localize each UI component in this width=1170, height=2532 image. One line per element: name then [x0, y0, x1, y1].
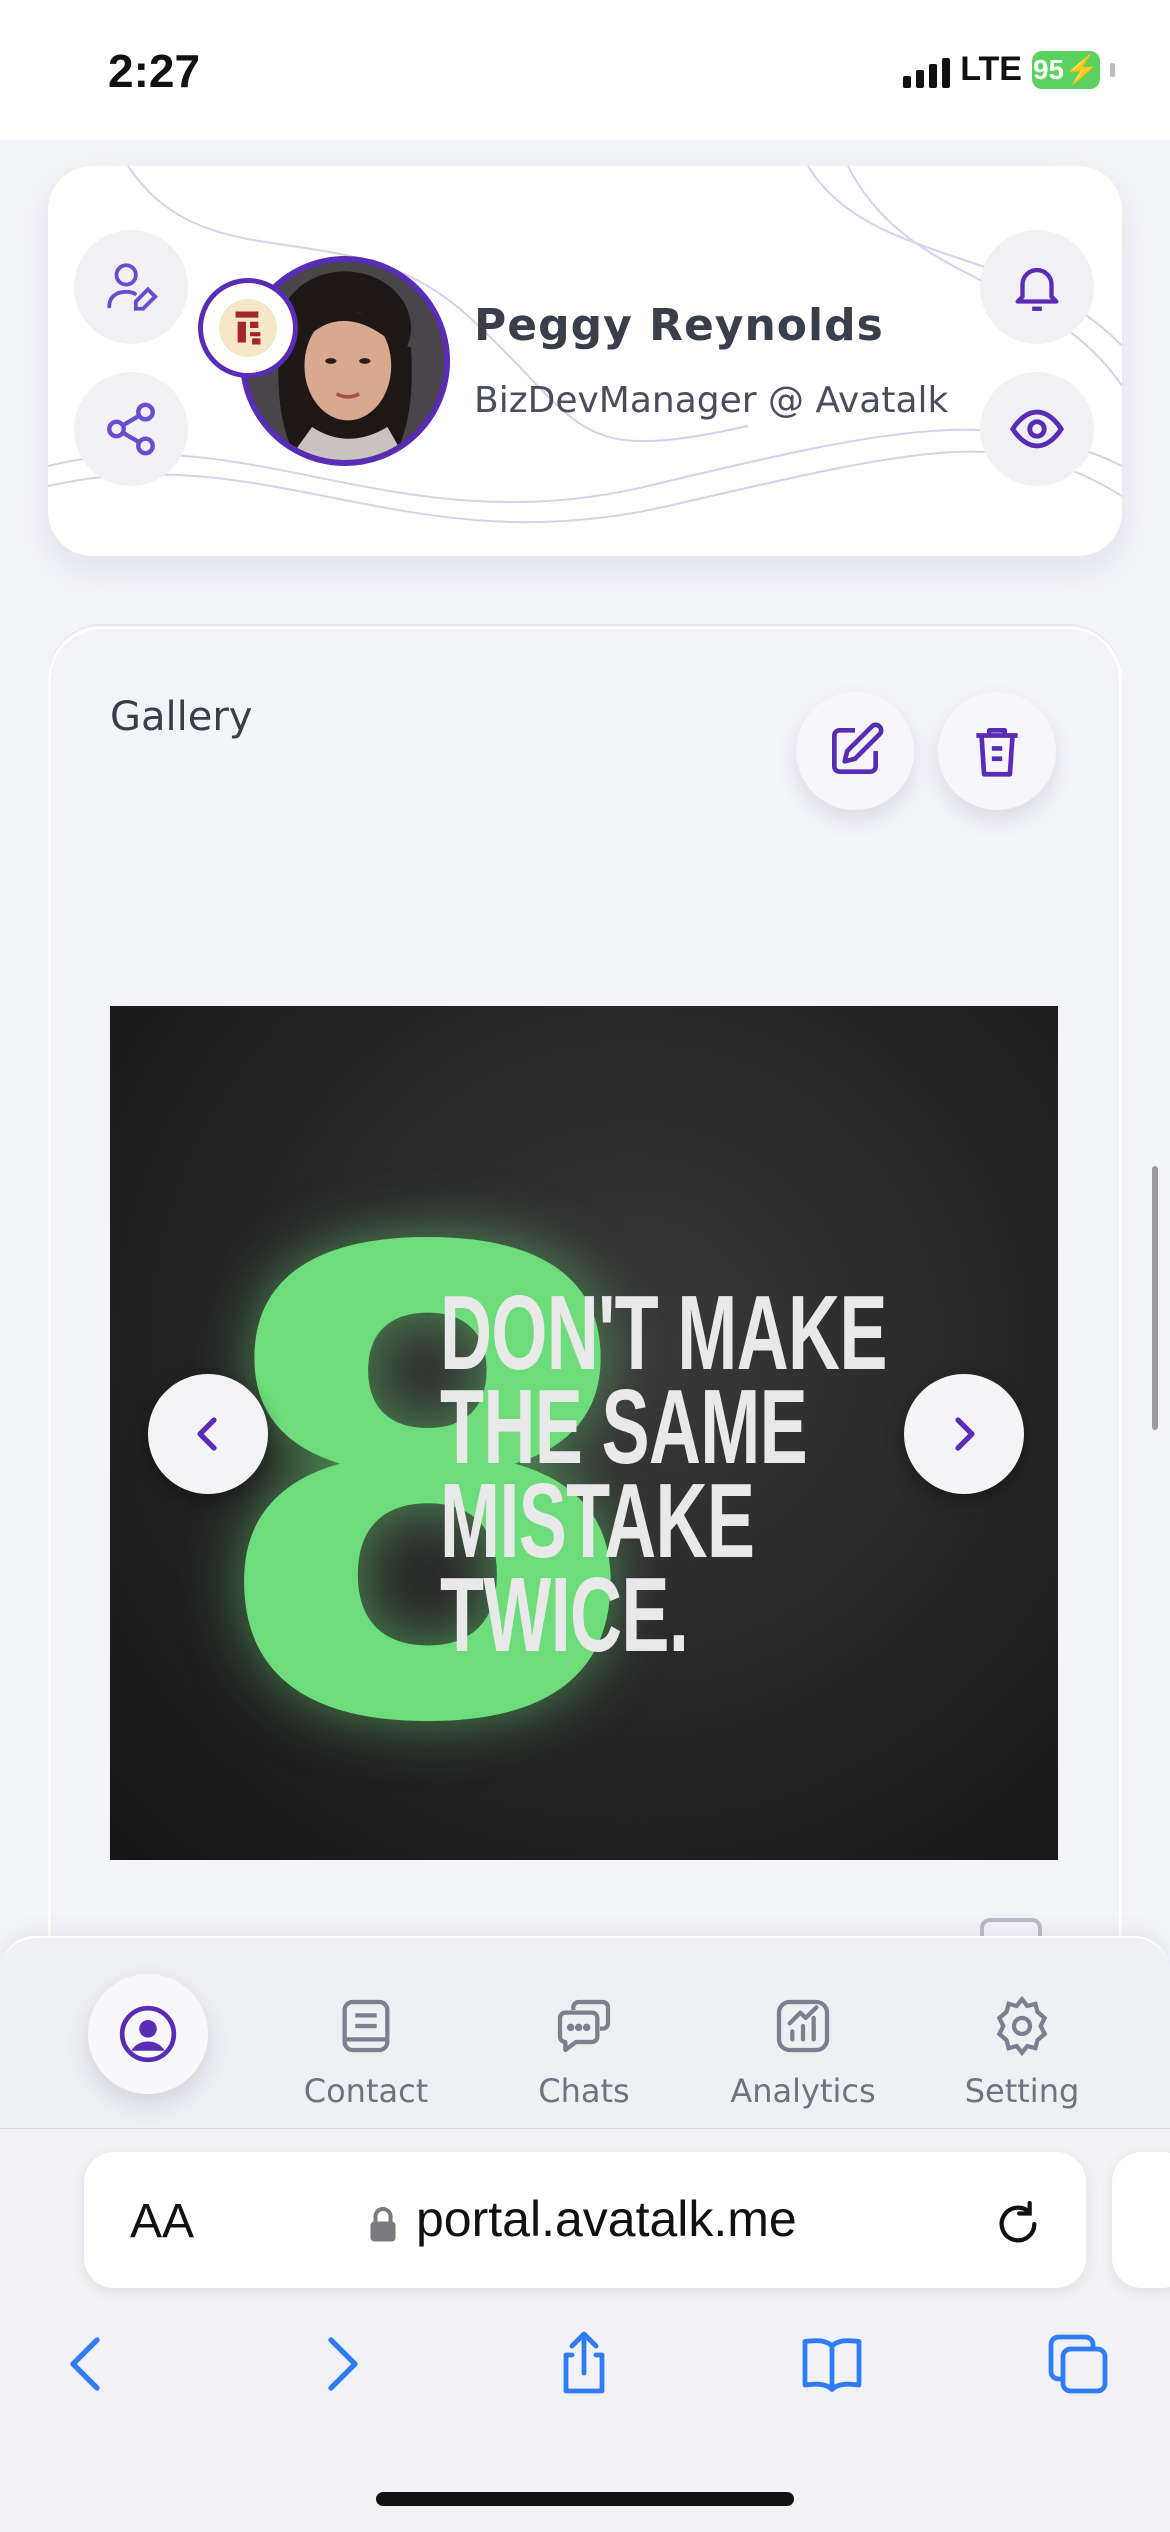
nav-item-contact[interactable]: Contact [266, 1994, 466, 2110]
nav-item-chats[interactable]: Chats [484, 1994, 684, 2110]
next-tab-preview[interactable] [1112, 2152, 1170, 2288]
analytics-chart-icon [776, 1999, 830, 2053]
chevron-right-icon [328, 2337, 358, 2391]
gear-icon [996, 1995, 1048, 2057]
next-slide-button[interactable] [904, 1374, 1024, 1494]
scrollbar[interactable] [1152, 1166, 1158, 1430]
battery-level: 95 [1032, 53, 1065, 85]
trash-icon [976, 728, 1018, 777]
slide-line: DON'T MAKE [440, 1274, 887, 1392]
notifications-button[interactable] [980, 230, 1094, 344]
home-indicator[interactable] [376, 2492, 794, 2506]
profile-icon [119, 2005, 177, 2063]
bell-icon [1015, 267, 1059, 311]
share-button[interactable] [74, 372, 188, 486]
nav-item-setting[interactable]: Setting [922, 1994, 1122, 2110]
share-icon [563, 2331, 605, 2394]
chevron-left-icon [197, 1417, 217, 1451]
preview-button[interactable] [980, 372, 1094, 486]
back-button[interactable] [50, 2326, 126, 2402]
tabs-button[interactable] [1040, 2326, 1116, 2402]
nav-label: Contact [303, 2072, 429, 2110]
network-label: LTE [960, 50, 1022, 88]
nav-label: Setting [964, 2072, 1080, 2110]
company-logo [198, 278, 298, 378]
profile-name: Peggy Reynolds [474, 300, 884, 351]
slide-headline: DON'T MAKE THE SAME MISTAKE TWICE. [440, 1274, 887, 1674]
edit-icon [832, 722, 884, 774]
delete-gallery-button[interactable] [938, 692, 1056, 810]
reload-icon[interactable] [990, 2196, 1046, 2252]
eye-icon [1010, 409, 1064, 449]
share-page-button[interactable] [546, 2326, 622, 2402]
text-size-button[interactable]: AA [130, 2194, 194, 2249]
edit-profile-button[interactable] [74, 230, 188, 344]
text-size-label: AA [130, 2195, 195, 2248]
share-icon [107, 402, 155, 456]
book-icon [802, 2338, 862, 2392]
nav-item-analytics[interactable]: Analytics [703, 1994, 903, 2110]
chevron-left-icon [70, 2337, 100, 2391]
lock-icon [370, 2207, 396, 2242]
bookmarks-button[interactable] [794, 2326, 870, 2402]
status-time: 2:27 [108, 45, 201, 97]
previous-slide-button[interactable] [148, 1374, 268, 1494]
profile-title: BizDevManager @ Avatalk [474, 380, 949, 421]
signal-icon [903, 52, 951, 88]
nav-item-profile[interactable] [88, 1974, 208, 2094]
chevron-right-icon [955, 1417, 975, 1451]
user-edit-icon [107, 263, 158, 311]
battery-cap [1110, 62, 1115, 77]
battery-icon: 95 ⚡ [1032, 50, 1100, 89]
slide-line: TWICE. [440, 1556, 689, 1674]
slide-line: THE SAME [440, 1368, 808, 1486]
slide-line: MISTAKE [440, 1462, 755, 1580]
tabs-icon [1048, 2334, 1108, 2394]
gallery-title: Gallery [110, 694, 253, 740]
nav-label: Chats [538, 2072, 630, 2110]
logo-mark-icon [219, 299, 277, 357]
chat-bubbles-icon [557, 1999, 611, 2053]
status-bar: 2:27 LTE 95 ⚡ [0, 0, 1170, 140]
url-text[interactable]: portal.avatalk.me [416, 2190, 797, 2248]
decorative-waves [48, 166, 1122, 524]
contact-book-icon [342, 1999, 390, 2053]
status-indicators: LTE 95 ⚡ [903, 50, 1115, 89]
forward-button[interactable] [302, 2326, 378, 2402]
nav-label: Analytics [730, 2072, 876, 2110]
edit-gallery-button[interactable] [796, 692, 914, 810]
profile-card [48, 166, 1122, 556]
